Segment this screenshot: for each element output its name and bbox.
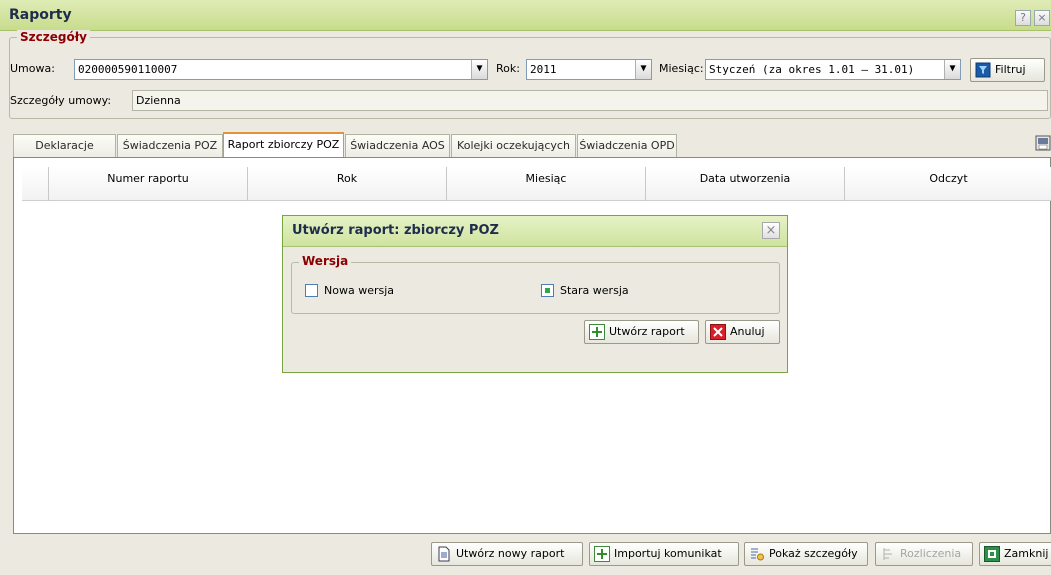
contract-value: 020000590110007 [78, 63, 178, 76]
chevron-down-icon[interactable]: ▼ [944, 60, 960, 79]
filter-label: Filtruj [995, 63, 1026, 76]
cancel-icon [710, 324, 726, 340]
show-details-label: Pokaż szczegóły [769, 547, 858, 560]
old-version-checkbox[interactable] [541, 284, 554, 297]
filter-button[interactable]: Filtruj [970, 58, 1045, 82]
year-value: 2011 [530, 63, 557, 76]
year-label: Rok: [496, 62, 520, 75]
tab-swiadczenia-poz[interactable]: Świadczenia POZ [117, 134, 223, 158]
dialog-close-button[interactable]: × [762, 222, 780, 239]
tab-raport-zbiorczy-poz[interactable]: Raport zbiorczy POZ [223, 132, 344, 159]
settlements-button[interactable]: Rozliczenia [875, 542, 973, 566]
document-icon [438, 546, 450, 562]
new-report-button[interactable]: Utwórz nowy raport [431, 542, 583, 566]
close-window-button[interactable]: Zamknij [979, 542, 1051, 566]
tab-kolejki-oczekujacych[interactable]: Kolejki oczekujących [451, 134, 576, 158]
column-header-rok[interactable]: Rok [247, 167, 446, 201]
old-version-label[interactable]: Stara wersja [560, 284, 629, 297]
contract-details-label: Szczegóły umowy: [10, 94, 112, 107]
create-report-label: Utwórz raport [609, 325, 685, 338]
contract-select[interactable]: 020000590110007 ▼ [74, 59, 488, 80]
exit-icon [984, 546, 1000, 562]
close-window-label: Zamknij [1004, 547, 1049, 560]
import-message-label: Importuj komunikat [614, 547, 722, 560]
help-button[interactable]: ? [1015, 10, 1031, 26]
details-legend: Szczegóły [17, 30, 90, 44]
title-bar: Raporty ? × [0, 0, 1051, 31]
new-version-label[interactable]: Nowa wersja [324, 284, 394, 297]
settlements-label: Rozliczenia [900, 547, 962, 560]
contract-details-field: Dzienna [132, 90, 1048, 111]
month-select[interactable]: Styczeń (za okres 1.01 – 31.01) ▼ [705, 59, 961, 80]
column-header-miesiac[interactable]: Miesiąc [446, 167, 645, 201]
tab-swiadczenia-aos[interactable]: Świadczenia AOS [345, 134, 450, 158]
plus-icon [589, 324, 605, 340]
cancel-button[interactable]: Anuluj [705, 320, 780, 344]
chevron-down-icon[interactable]: ▼ [471, 60, 487, 79]
month-label: Miesiąc: [659, 62, 704, 75]
year-select[interactable]: 2011 ▼ [526, 59, 652, 80]
new-version-checkbox[interactable] [305, 284, 318, 297]
chevron-down-icon[interactable]: ▼ [635, 60, 651, 79]
grid-header: Numer raportu Rok Miesiąc Data utworzeni… [22, 167, 1051, 201]
contract-details-value: Dzienna [136, 94, 181, 107]
new-report-label: Utwórz nowy raport [456, 547, 565, 560]
reports-window: Raporty ? × Szczegóły Umowa: 02000059011… [0, 0, 1051, 575]
dialog-title: Utwórz raport: zbiorczy POZ [292, 223, 499, 238]
create-report-button[interactable]: Utwórz raport [584, 320, 699, 344]
bottom-toolbar: Utwórz nowy raport Importuj komunikat Po… [0, 536, 1051, 575]
version-legend: Wersja [299, 254, 352, 268]
contract-label: Umowa: [10, 62, 55, 75]
column-header-data-utworzenia[interactable]: Data utworzenia [645, 167, 844, 201]
import-message-button[interactable]: Importuj komunikat [589, 542, 739, 566]
cancel-label: Anuluj [730, 325, 765, 338]
dialog-header: Utwórz raport: zbiorczy POZ × [283, 216, 787, 247]
plus-icon [594, 546, 610, 562]
window-close-button[interactable]: × [1034, 10, 1050, 26]
column-header-numer-raportu[interactable]: Numer raportu [48, 167, 247, 201]
show-details-button[interactable]: Pokaż szczegóły [744, 542, 868, 566]
tab-deklaracje[interactable]: Deklaracje [13, 134, 116, 158]
export-icon[interactable] [1035, 135, 1051, 151]
filter-icon [975, 62, 991, 78]
details-icon [751, 548, 764, 561]
tab-swiadczenia-opd[interactable]: Świadczenia OPD [577, 134, 677, 158]
grid-header-spacer [22, 167, 48, 201]
month-value: Styczeń (za okres 1.01 – 31.01) [709, 63, 915, 76]
create-report-dialog: Utwórz raport: zbiorczy POZ × Wersja Now… [282, 215, 788, 373]
settlements-icon [883, 548, 892, 560]
window-title: Raporty [9, 7, 72, 23]
column-header-odczyt[interactable]: Odczyt [844, 167, 1051, 201]
